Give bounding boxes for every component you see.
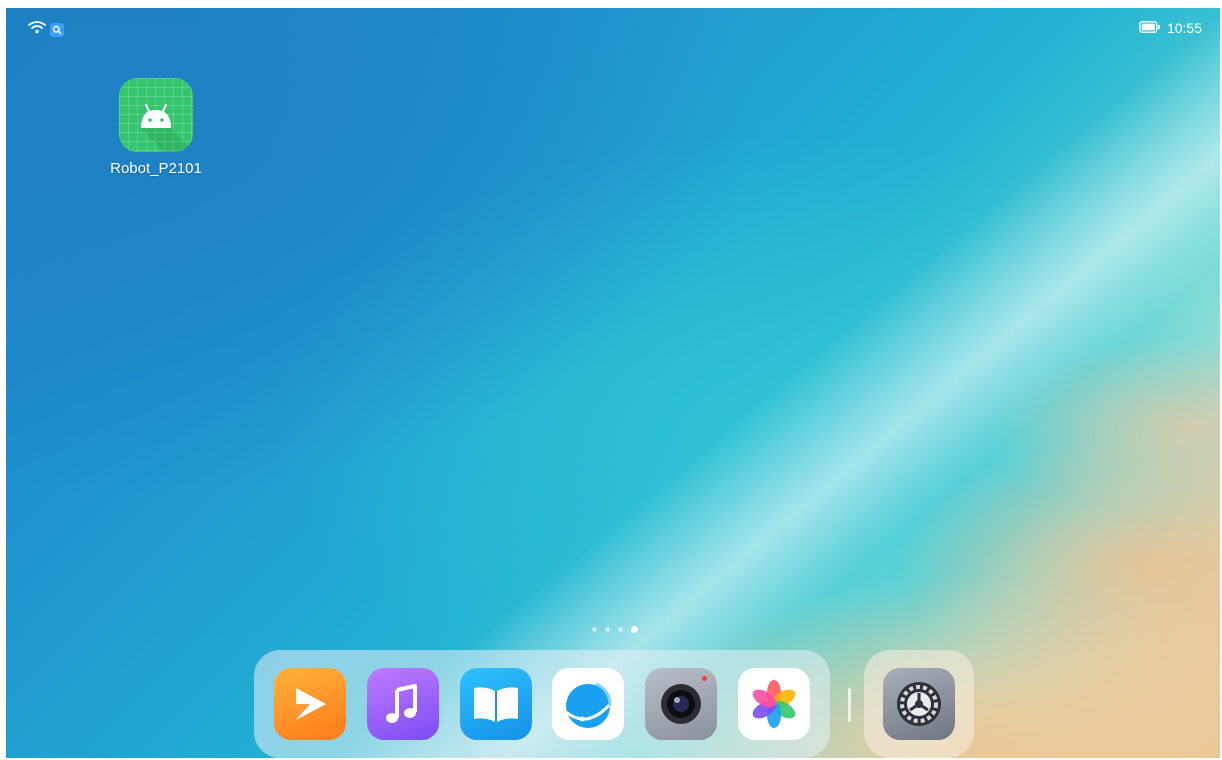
dock-app-gallery[interactable] [737, 668, 810, 740]
dock-app-settings[interactable] [883, 668, 955, 740]
wifi-icon [28, 20, 46, 39]
dock-app-camera[interactable] [644, 668, 717, 740]
page-dot-active[interactable] [631, 626, 638, 633]
page-indicator [592, 626, 638, 633]
dock-app-video[interactable] [274, 668, 347, 740]
search-badge-icon [50, 22, 64, 37]
app-robot-p2101[interactable]: Robot_P2101 [98, 78, 214, 177]
home-screen: 10:55 Robot_P2101 [6, 8, 1220, 758]
page-dot[interactable] [618, 627, 623, 632]
dock-app-music[interactable] [366, 668, 439, 740]
dock [254, 650, 830, 758]
android-icon [119, 78, 193, 152]
status-bar-right: 10:55 [1139, 20, 1202, 36]
dock-app-browser[interactable] [552, 668, 625, 740]
open-book-icon [473, 687, 518, 722]
camera-indicator-dot [701, 676, 707, 681]
dock-separator [848, 688, 851, 722]
dock-app-books[interactable] [459, 668, 532, 740]
music-note-icon [385, 684, 417, 723]
page-dot[interactable] [592, 627, 597, 632]
gear-icon [897, 682, 941, 726]
gallery-flower-icon [752, 680, 795, 728]
page-dot[interactable] [605, 627, 610, 632]
status-bar-left [28, 20, 64, 39]
app-label: Robot_P2101 [110, 160, 202, 177]
battery-icon [1139, 20, 1161, 36]
browser-icon [565, 682, 614, 728]
video-play-icon [296, 688, 327, 720]
clock: 10:55 [1166, 20, 1202, 36]
dock-fixed-area [864, 650, 974, 758]
